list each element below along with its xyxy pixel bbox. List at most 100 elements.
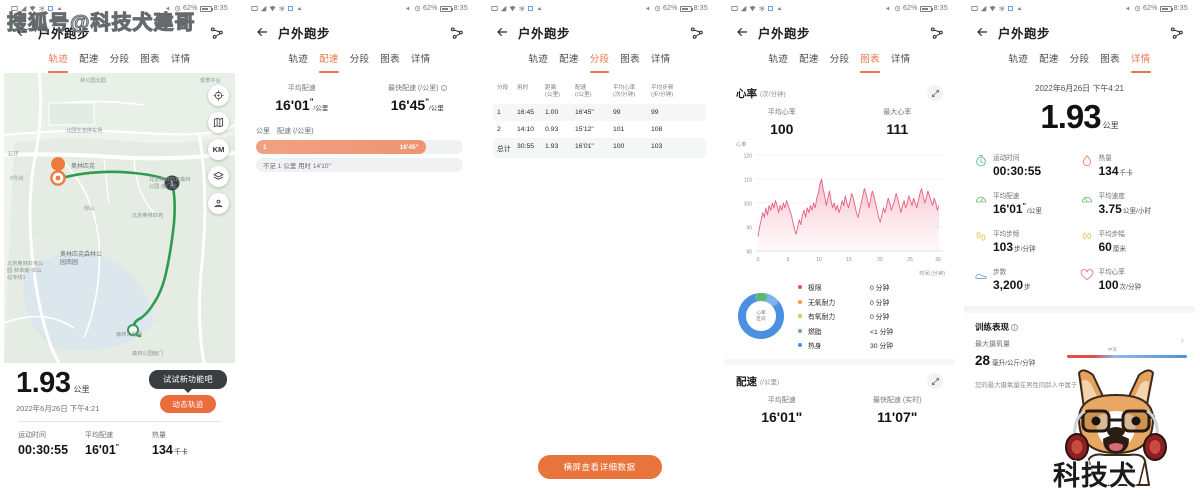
- bluetooth-icon: [759, 5, 765, 12]
- map-view[interactable]: 1 林公园北园 观景平台 北园生态停车场 五环 8号线 奥林匹克 北京奥林匹克森…: [4, 73, 235, 363]
- tab-pace[interactable]: 配速: [1039, 51, 1059, 73]
- tab-track[interactable]: 轨迹: [768, 51, 788, 73]
- tab-pace[interactable]: 配速: [79, 51, 99, 73]
- avg-hr-block: 平均心率 100: [724, 107, 840, 137]
- metric-sup: ": [1022, 203, 1026, 210]
- metric-cadence: 平均步频 103步/分钟: [974, 228, 1080, 254]
- cell-seg: 1: [497, 109, 501, 116]
- tab-charts[interactable]: 图表: [380, 51, 400, 73]
- screenshot-root: 62% 8:35 户外跑步 轨迹 配速 分段 图表 详情 1 林公园北园 观景平…: [0, 0, 1200, 501]
- vpn-icon: [297, 7, 302, 10]
- info-icon[interactable]: i: [440, 85, 447, 92]
- sim-icon: [971, 5, 978, 12]
- flame-icon: [1082, 155, 1091, 167]
- tab-charts[interactable]: 图表: [1100, 51, 1120, 73]
- chevron-right-icon[interactable]: ›: [1181, 335, 1184, 346]
- status-icons-right: 62% 8:35: [885, 5, 948, 12]
- seg-h-2: 距离: [545, 85, 557, 91]
- tab-segments[interactable]: 分段: [589, 51, 610, 73]
- share-icon[interactable]: [449, 25, 464, 40]
- tab-details[interactable]: 详情: [411, 51, 431, 73]
- map-label-8: 北京奥林匹克公园·林萃南·仰山站专线1: [7, 261, 44, 281]
- back-arrow-icon[interactable]: [735, 25, 749, 39]
- tab-details[interactable]: 详情: [1130, 51, 1151, 73]
- svg-text:120: 120: [744, 154, 753, 160]
- share-icon[interactable]: [929, 25, 944, 40]
- tab-charts[interactable]: 图表: [860, 51, 880, 73]
- wifi-icon: [749, 6, 756, 12]
- tab-segments[interactable]: 分段: [110, 51, 130, 73]
- share-icon[interactable]: [1169, 25, 1184, 40]
- status-bar-3: 62% 8:35: [484, 0, 715, 17]
- metric-value: 60: [1098, 240, 1112, 254]
- tab-segments[interactable]: 分段: [350, 51, 370, 73]
- zone-value: <1 分钟: [870, 328, 894, 336]
- tab-details[interactable]: 详情: [171, 51, 191, 73]
- tab-bar-4[interactable]: 轨迹 配速 分段 图表 详情: [724, 47, 955, 73]
- zone-value: 0 分钟: [870, 299, 890, 307]
- expand-icon[interactable]: [927, 85, 943, 101]
- tab-track[interactable]: 轨迹: [528, 51, 548, 73]
- metric-value: 3,200: [993, 278, 1024, 292]
- max-pace-value-2: 11'07": [877, 409, 918, 425]
- tab-segments[interactable]: 分段: [1070, 51, 1090, 73]
- metric-label: 平均步频: [993, 231, 1020, 238]
- metric-value: 103: [993, 240, 1014, 254]
- heart-rate-chart[interactable]: 120 110 100 90 80 0 5 10 15 20 25 30 心率 …: [730, 141, 949, 277]
- panel-segments: 62% 8:35 户外跑步 轨迹 配速 分段 图表 详情 分段 用时 距离 (公里…: [484, 0, 715, 501]
- tab-bar-5[interactable]: 轨迹 配速 分段 图表 详情: [964, 47, 1195, 73]
- zone-row-warmup: 热身 30 分钟: [798, 340, 945, 350]
- tab-bar-1[interactable]: 轨迹 配速 分段 图表 详情: [4, 47, 235, 73]
- tab-details[interactable]: 详情: [651, 51, 671, 73]
- metric-calories: 热量 134千卡: [1080, 152, 1186, 178]
- map-type-icon[interactable]: [208, 112, 229, 133]
- landscape-view-button[interactable]: 横屏查看详细数据: [537, 455, 662, 479]
- panel-details: 62% 8:35 户外跑步 轨迹 配速 分段 图表 详情 2022年6月26日 …: [964, 0, 1195, 501]
- tab-bar-2[interactable]: 轨迹 配速 分段 图表 详情: [244, 47, 475, 73]
- tab-details[interactable]: 详情: [891, 51, 911, 73]
- map-label-11: 北京奥林匹克: [132, 213, 164, 219]
- back-arrow-icon[interactable]: [495, 25, 509, 39]
- info-icon[interactable]: i: [1011, 324, 1019, 332]
- tab-track[interactable]: 轨迹: [1008, 51, 1028, 73]
- svg-text:0: 0: [757, 257, 760, 263]
- share-icon[interactable]: [689, 25, 704, 40]
- svg-text:80: 80: [746, 250, 752, 256]
- metric-label: 运动时间: [993, 155, 1020, 162]
- map-controls[interactable]: KM: [208, 85, 229, 214]
- stat-calories-unit: 千卡: [173, 449, 188, 456]
- seg-h-3: 配速: [575, 85, 587, 91]
- metric-unit: 次/分钟: [1119, 284, 1142, 291]
- cell-time: 30:55: [517, 143, 535, 150]
- terrain-icon[interactable]: [208, 193, 229, 214]
- layers-stack-icon[interactable]: [208, 166, 229, 187]
- tab-pace[interactable]: 配速: [319, 51, 339, 73]
- back-arrow-icon[interactable]: [255, 25, 269, 39]
- expand-icon[interactable]: [927, 373, 943, 389]
- dynamic-track-button[interactable]: 动态轨迹: [160, 395, 216, 413]
- tab-segments[interactable]: 分段: [830, 51, 850, 73]
- tab-charts[interactable]: 图表: [620, 51, 640, 73]
- stopwatch-icon: [976, 155, 986, 167]
- back-arrow-icon[interactable]: [975, 25, 989, 39]
- locate-icon[interactable]: [208, 85, 229, 106]
- cell-pace: 16'01": [575, 143, 594, 150]
- battery-percent: 62%: [422, 5, 438, 12]
- pace-section-header: 配速 (/公里): [724, 365, 955, 389]
- tab-bar-3[interactable]: 轨迹 配速 分段 图表 详情: [484, 47, 715, 73]
- zone-dot: [798, 314, 802, 318]
- share-icon[interactable]: [209, 25, 224, 40]
- tab-pace[interactable]: 配速: [559, 51, 579, 73]
- map-label-7: 奥林匹克森林公园南园: [60, 252, 103, 266]
- clock-time: 8:35: [453, 5, 468, 12]
- tab-pace[interactable]: 配速: [799, 51, 819, 73]
- km-toggle-icon[interactable]: KM: [208, 139, 229, 160]
- page-title: 户外跑步: [278, 26, 331, 41]
- pace-summary-2: 平均配速 16'01" 最快配速 (实时) 11'07": [724, 389, 955, 425]
- tab-charts[interactable]: 图表: [140, 51, 160, 73]
- tab-track[interactable]: 轨迹: [288, 51, 308, 73]
- tab-track[interactable]: 轨迹: [48, 51, 68, 73]
- pace-bar-value: 16'45": [399, 143, 419, 151]
- cell-pace: 16'45": [575, 109, 594, 116]
- vpn-icon: [777, 7, 782, 10]
